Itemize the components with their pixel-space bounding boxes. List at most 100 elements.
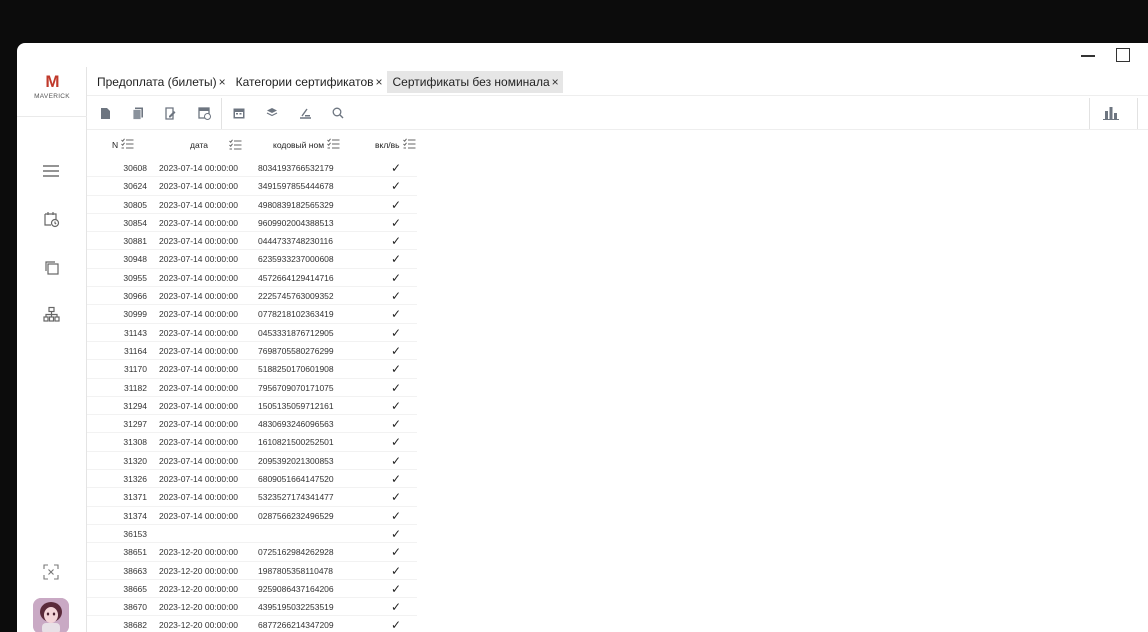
column-header-code[interactable]: кодовый ном: [273, 131, 340, 159]
column-header-date[interactable]: дата: [190, 131, 208, 159]
table-row[interactable]: 31297 2023-07-14 00:00:00 4830693246096563…: [87, 415, 417, 434]
tab-label: Категории сертификатов: [235, 75, 374, 89]
table-row[interactable]: 31170 2023-07-14 00:00:00 5188250170601908…: [87, 360, 417, 379]
cell-date: 2023-12-20 00:00:00: [159, 583, 238, 594]
cell-number: 31143: [123, 327, 147, 338]
column-header-enabled[interactable]: вкл/вь: [375, 131, 416, 159]
table-row[interactable]: 31294 2023-07-14 00:00:00 1505135059712161…: [87, 397, 417, 416]
cell-code: 6877266214347209: [258, 620, 334, 631]
cell-date: 2023-07-14 00:00:00: [159, 217, 238, 228]
table-row[interactable]: 30854 2023-07-14 00:00:00 9609902004388513…: [87, 214, 417, 233]
calendar-icon[interactable]: [231, 105, 247, 121]
column-header-label: дата: [190, 140, 209, 150]
delete-document-icon[interactable]: [196, 105, 212, 121]
cell-date: 2023-07-14 00:00:00: [159, 492, 238, 503]
cell-code: 4395195032253519: [258, 602, 334, 613]
table-row[interactable]: 30966 2023-07-14 00:00:00 2225745763009352…: [87, 287, 417, 306]
copy-icon[interactable]: [40, 256, 62, 278]
cell-number: 38670: [123, 602, 147, 613]
cell-number: 31294: [123, 400, 147, 411]
cell-date: 2023-07-14 00:00:00: [159, 309, 238, 320]
table-row[interactable]: 30999 2023-07-14 00:00:00 0778218102363419…: [87, 305, 417, 324]
table-row[interactable]: 30881 2023-07-14 00:00:00 0444733748230116…: [87, 232, 417, 251]
cell-date: 2023-12-20 00:00:00: [159, 620, 238, 631]
table-row[interactable]: 30608 2023-07-14 00:00:00 8034193766532179…: [87, 159, 417, 178]
checkmark-icon: ✓: [390, 600, 402, 615]
hierarchy-icon[interactable]: [40, 303, 62, 325]
table-row[interactable]: 38663 2023-12-20 00:00:00 1987805358110478…: [87, 562, 417, 580]
cell-date: 2023-12-20 00:00:00: [159, 547, 238, 558]
certificates-table: N дата кодовый ном вкл/вь 30608 2023-07-…: [87, 131, 417, 632]
table-row[interactable]: 30624 2023-07-14 00:00:00 3491597855444678…: [87, 177, 417, 196]
cell-code: 2225745763009352: [258, 291, 334, 302]
table-row[interactable]: 38665 2023-12-20 00:00:00 9259086437164206…: [87, 580, 417, 599]
layers-icon[interactable]: [264, 105, 280, 121]
checkmark-icon: ✓: [390, 362, 402, 377]
collapse-icon[interactable]: [40, 561, 62, 583]
cell-number: 31371: [123, 492, 147, 503]
checkmark-icon: ✓: [390, 581, 402, 596]
checkmark-icon: ✓: [390, 398, 402, 413]
minimize-button[interactable]: [1078, 45, 1098, 65]
table-row[interactable]: 31182 2023-07-14 00:00:00 7956709070171075…: [87, 379, 417, 397]
chart-icon[interactable]: [1103, 105, 1119, 121]
table-row[interactable]: 30948 2023-07-14 00:00:00 6235933237000608…: [87, 250, 417, 269]
filter-list-icon[interactable]: [327, 138, 340, 152]
filter-list-icon[interactable]: [402, 138, 416, 152]
table-body: 30608 2023-07-14 00:00:00 8034193766532179…: [87, 159, 417, 632]
checkmark-icon: ✓: [390, 526, 402, 541]
checkmark-icon: ✓: [390, 270, 402, 285]
tab-certificates-no-denomination[interactable]: Сертификаты без номинала ×: [386, 71, 563, 93]
checkmark-icon: ✓: [390, 508, 402, 523]
maximize-button[interactable]: [1112, 45, 1132, 65]
checkmark-icon: ✓: [390, 453, 402, 468]
cell-code: 9609902004388513: [258, 217, 334, 228]
cell-date: 2023-07-14 00:00:00: [159, 163, 238, 173]
table-row[interactable]: 38682 2023-12-20 00:00:00 6877266214347209…: [87, 616, 417, 632]
table-row[interactable]: 31164 2023-07-14 00:00:00 7698705580276299…: [87, 342, 417, 361]
tab-certificate-categories[interactable]: Категории сертификатов ×: [230, 71, 387, 93]
cell-code: 8034193766532179: [258, 163, 334, 173]
cell-code: 0778218102363419: [258, 309, 334, 320]
toolbar-separator: [1137, 98, 1138, 129]
table-row[interactable]: 30955 2023-07-14 00:00:00 4572664129414716…: [87, 269, 417, 288]
table-row[interactable]: 31320 2023-07-14 00:00:00 2095392021300853…: [87, 452, 417, 471]
checkmark-icon: ✓: [390, 289, 402, 304]
cell-date: 2023-07-14 00:00:00: [159, 345, 238, 356]
table-row[interactable]: 38651 2023-12-20 00:00:00 0725162984262928…: [87, 543, 417, 562]
avatar[interactable]: [33, 598, 69, 632]
table-row[interactable]: 31371 2023-07-14 00:00:00 5323527174341477…: [87, 488, 417, 507]
close-icon[interactable]: ×: [376, 75, 383, 89]
filter-list-icon[interactable]: [121, 138, 134, 152]
edit-document-icon[interactable]: [163, 105, 179, 121]
new-document-icon[interactable]: [97, 105, 113, 121]
table-row[interactable]: 38670 2023-12-20 00:00:00 4395195032253519…: [87, 598, 417, 617]
copy-document-icon[interactable]: [130, 105, 146, 121]
app-logo[interactable]: M MAVERICK: [17, 67, 87, 117]
table-row[interactable]: 36153 ✓: [87, 525, 417, 544]
calendar-clock-icon[interactable]: [40, 208, 62, 230]
search-icon[interactable]: [330, 105, 346, 121]
cell-number: 30608: [123, 163, 147, 173]
cell-code: 4572664129414716: [258, 272, 334, 283]
filter-list-icon-date[interactable]: [229, 131, 242, 159]
column-header-n[interactable]: N: [112, 131, 134, 159]
close-icon[interactable]: ×: [219, 75, 226, 89]
export-icon[interactable]: [297, 105, 313, 121]
checkmark-icon: ✓: [390, 179, 402, 194]
table-row[interactable]: 31308 2023-07-14 00:00:00 1610821500252501…: [87, 433, 417, 452]
toolbar-separator: [221, 98, 222, 129]
close-icon[interactable]: ×: [552, 75, 559, 89]
toolbar: [87, 95, 1148, 130]
checkmark-icon: ✓: [390, 215, 402, 230]
table-row[interactable]: 31374 2023-07-14 00:00:00 0287566232496529…: [87, 507, 417, 525]
table-row[interactable]: 30805 2023-07-14 00:00:00 4980839182565329…: [87, 196, 417, 214]
checkmark-icon: ✓: [390, 343, 402, 358]
cell-date: 2023-07-14 00:00:00: [159, 199, 238, 210]
cell-date: 2023-07-14 00:00:00: [159, 236, 238, 247]
logo-mark: M: [45, 72, 59, 91]
tab-prepayment-tickets[interactable]: Предоплата (билеты) ×: [91, 71, 230, 93]
table-row[interactable]: 31326 2023-07-14 00:00:00 6809051664147520…: [87, 470, 417, 489]
menu-icon[interactable]: [40, 160, 62, 182]
table-row[interactable]: 31143 2023-07-14 00:00:00 0453331876712905…: [87, 324, 417, 342]
